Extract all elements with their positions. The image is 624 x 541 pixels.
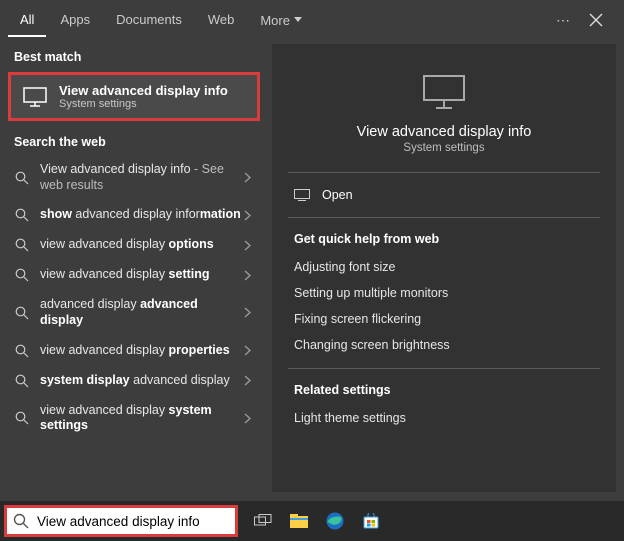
best-match-label: Best match: [0, 44, 268, 70]
monitor-icon: [23, 85, 47, 109]
search-web-label: Search the web: [0, 129, 268, 155]
open-icon: [294, 187, 310, 203]
web-result-item[interactable]: advanced display advanced display: [0, 290, 268, 335]
web-result-text: view advanced display properties: [40, 343, 244, 359]
web-result-text: view advanced display options: [40, 237, 244, 253]
taskbar-icons: [248, 506, 386, 536]
quick-help-link[interactable]: Changing screen brightness: [272, 332, 616, 358]
search-icon: [14, 305, 30, 321]
search-icon: [14, 267, 30, 283]
web-result-text: advanced display advanced display: [40, 297, 244, 328]
web-result-item[interactable]: View advanced display info - See web res…: [0, 155, 268, 200]
chevron-right-icon[interactable]: [244, 307, 258, 318]
web-result-item[interactable]: view advanced display properties: [0, 336, 268, 366]
quick-help-link[interactable]: Setting up multiple monitors: [272, 280, 616, 306]
web-result-text: system display advanced display: [40, 373, 244, 389]
search-icon: [14, 410, 30, 426]
search-icon: [7, 513, 35, 529]
preview-header: View advanced display info System settin…: [272, 44, 616, 172]
web-result-text: show advanced display information: [40, 207, 244, 223]
related-link[interactable]: Light theme settings: [272, 405, 616, 431]
topbar: All Apps Documents Web More ⋯: [0, 0, 624, 40]
store-icon[interactable]: [356, 506, 386, 536]
chevron-right-icon[interactable]: [244, 172, 258, 183]
quick-help-link[interactable]: Adjusting font size: [272, 254, 616, 280]
open-action[interactable]: Open: [272, 173, 616, 217]
quick-help-link[interactable]: Fixing screen flickering: [272, 306, 616, 332]
web-result-item[interactable]: show advanced display information: [0, 200, 268, 230]
chevron-right-icon[interactable]: [244, 413, 258, 424]
task-view-icon[interactable]: [248, 506, 278, 536]
web-result-item[interactable]: view advanced display options: [0, 230, 268, 260]
web-result-text: view advanced display system settings: [40, 403, 244, 434]
chevron-right-icon[interactable]: [244, 345, 258, 356]
chevron-right-icon[interactable]: [244, 375, 258, 386]
search-icon: [14, 373, 30, 389]
web-result-item[interactable]: view advanced display system settings: [0, 396, 268, 441]
close-icon[interactable]: [584, 8, 608, 32]
web-result-text: view advanced display setting: [40, 267, 244, 283]
best-match-item[interactable]: View advanced display info System settin…: [8, 72, 260, 121]
tab-more-label: More: [260, 13, 290, 28]
search-icon: [14, 343, 30, 359]
results-pane: Best match View advanced display info Sy…: [0, 40, 268, 500]
more-options-icon[interactable]: ⋯: [556, 12, 572, 29]
taskbar: [0, 501, 624, 541]
search-window: All Apps Documents Web More ⋯ Best match: [0, 0, 624, 541]
topbar-right: ⋯: [556, 8, 616, 32]
tab-documents[interactable]: Documents: [104, 4, 194, 37]
open-label: Open: [322, 188, 353, 202]
tab-apps[interactable]: Apps: [48, 4, 102, 37]
search-icon: [14, 207, 30, 223]
best-match-text: View advanced display info System settin…: [59, 83, 228, 110]
related-header: Related settings: [272, 369, 616, 405]
web-results-list: View advanced display info - See web res…: [0, 155, 268, 441]
tab-more[interactable]: More: [248, 4, 314, 37]
file-explorer-icon[interactable]: [284, 506, 314, 536]
preview-pane: View advanced display info System settin…: [272, 44, 616, 492]
best-match-subtitle: System settings: [59, 98, 228, 110]
monitor-icon: [422, 70, 466, 114]
search-input[interactable]: [35, 508, 235, 534]
edge-icon[interactable]: [320, 506, 350, 536]
web-result-item[interactable]: view advanced display setting: [0, 260, 268, 290]
search-icon: [14, 170, 30, 186]
chevron-down-icon: [294, 17, 302, 23]
web-result-text: View advanced display info - See web res…: [40, 162, 244, 193]
filter-tabs: All Apps Documents Web More: [8, 4, 314, 37]
tab-all[interactable]: All: [8, 4, 46, 37]
body: Best match View advanced display info Sy…: [0, 40, 624, 500]
web-result-item[interactable]: system display advanced display: [0, 366, 268, 396]
related-list: Light theme settings: [272, 405, 616, 431]
quick-help-header: Get quick help from web: [272, 218, 616, 254]
quick-help-list: Adjusting font sizeSetting up multiple m…: [272, 254, 616, 358]
tab-web[interactable]: Web: [196, 4, 247, 37]
preview-title: View advanced display info: [357, 124, 532, 140]
taskbar-search[interactable]: [4, 505, 238, 537]
chevron-right-icon[interactable]: [244, 210, 258, 221]
preview-subtitle: System settings: [403, 142, 484, 154]
search-icon: [14, 237, 30, 253]
chevron-right-icon[interactable]: [244, 240, 258, 251]
best-match-title: View advanced display info: [59, 83, 228, 98]
chevron-right-icon[interactable]: [244, 270, 258, 281]
